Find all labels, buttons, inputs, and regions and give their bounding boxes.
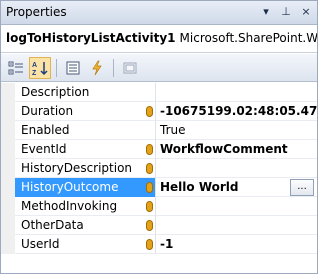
property-row[interactable]: HistoryOutcome Hello World... bbox=[1, 178, 317, 197]
property-row[interactable]: Duration -10675199.02:48:05.477 bbox=[1, 102, 317, 121]
alphabetical-button[interactable]: A Z bbox=[29, 57, 51, 79]
bind-property-icon[interactable] bbox=[146, 201, 153, 212]
bind-property-icon[interactable] bbox=[146, 220, 153, 231]
bind-property-icon[interactable] bbox=[146, 163, 153, 174]
row-gutter bbox=[1, 102, 15, 121]
row-gutter bbox=[1, 159, 15, 178]
bind-property-icon[interactable] bbox=[146, 144, 153, 155]
bind-property-icon[interactable] bbox=[146, 239, 153, 250]
categorized-icon bbox=[8, 61, 23, 75]
row-gutter bbox=[1, 83, 15, 102]
toolbar-separator bbox=[113, 59, 114, 77]
object-type: Microsoft.SharePoint.Worl bbox=[179, 31, 317, 45]
toolbar-separator bbox=[56, 59, 57, 77]
row-gutter bbox=[1, 216, 15, 235]
property-name[interactable]: Duration bbox=[15, 102, 156, 121]
object-name: logToHistoryListActivity1 bbox=[6, 31, 176, 45]
events-button[interactable] bbox=[86, 57, 108, 79]
events-lightning-icon bbox=[92, 60, 102, 76]
property-name[interactable]: EventId bbox=[15, 140, 156, 159]
properties-icon bbox=[66, 61, 80, 75]
ellipsis-button[interactable]: ... bbox=[290, 179, 314, 196]
property-row[interactable]: EventId WorkflowComment bbox=[1, 140, 317, 159]
row-gutter bbox=[1, 140, 15, 159]
sort-az-icon: A Z bbox=[32, 62, 48, 76]
property-name[interactable]: HistoryDescription bbox=[15, 159, 156, 178]
close-icon[interactable]: × bbox=[299, 4, 313, 20]
bind-property-icon[interactable] bbox=[146, 106, 153, 117]
property-row[interactable]: MethodInvoking bbox=[1, 197, 317, 216]
property-name[interactable]: HistoryOutcome bbox=[15, 178, 156, 197]
svg-text:Z: Z bbox=[32, 70, 37, 76]
property-value[interactable]: WorkflowComment bbox=[158, 140, 317, 159]
property-row[interactable]: HistoryDescription bbox=[1, 159, 317, 178]
title-buttons: ▾ ⊥ × bbox=[259, 4, 313, 20]
categorized-button[interactable] bbox=[5, 57, 27, 79]
property-row[interactable]: UserId -1 bbox=[1, 235, 317, 254]
properties-toolbar: A Z bbox=[1, 54, 317, 82]
property-value[interactable]: True bbox=[158, 121, 317, 140]
property-row[interactable]: Description bbox=[1, 83, 317, 102]
property-grid: Description Duration -10675199.02:48:05.47… bbox=[1, 83, 317, 254]
title-bar: Properties ▾ ⊥ × bbox=[1, 1, 317, 25]
row-gutter bbox=[1, 235, 15, 254]
window-title: Properties bbox=[6, 5, 67, 19]
svg-text:A: A bbox=[32, 62, 37, 69]
property-value[interactable] bbox=[158, 197, 317, 216]
property-value[interactable] bbox=[158, 83, 317, 102]
dropdown-arrow-icon[interactable]: ▾ bbox=[259, 4, 273, 20]
property-value[interactable] bbox=[158, 159, 317, 178]
property-name[interactable]: Enabled bbox=[15, 121, 156, 140]
property-name[interactable]: Description bbox=[15, 83, 156, 102]
property-value[interactable] bbox=[158, 216, 317, 235]
bind-property-icon[interactable] bbox=[146, 182, 153, 193]
properties-button[interactable] bbox=[62, 57, 84, 79]
property-name[interactable]: OtherData bbox=[15, 216, 156, 235]
property-row[interactable]: OtherData bbox=[1, 216, 317, 235]
property-pages-button[interactable] bbox=[119, 57, 141, 79]
row-gutter bbox=[1, 178, 15, 197]
object-selector[interactable]: logToHistoryListActivity1 Microsoft.Share… bbox=[1, 26, 317, 53]
property-value[interactable]: -10675199.02:48:05.477 bbox=[158, 102, 317, 121]
property-row[interactable]: Enabled True bbox=[1, 121, 317, 140]
property-name[interactable]: UserId bbox=[15, 235, 156, 254]
properties-window: Properties ▾ ⊥ × logToHistoryListActivit… bbox=[0, 0, 318, 274]
property-name[interactable]: MethodInvoking bbox=[15, 197, 156, 216]
row-gutter bbox=[1, 197, 15, 216]
property-value[interactable]: -1 bbox=[158, 235, 317, 254]
row-gutter bbox=[1, 121, 15, 140]
pin-icon[interactable]: ⊥ bbox=[279, 4, 293, 20]
property-pages-icon bbox=[123, 62, 137, 74]
